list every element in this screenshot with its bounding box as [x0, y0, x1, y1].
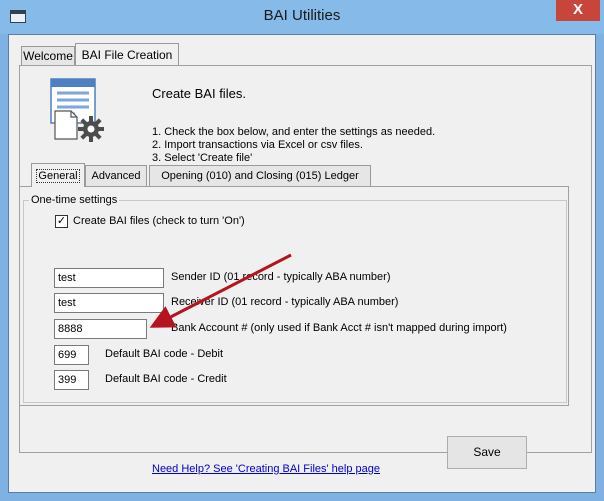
title-bar[interactable]: BAI Utilities X [0, 0, 604, 34]
debit-code-label: Default BAI code - Debit [105, 348, 224, 360]
bank-account-label: Bank Account # (only used if Bank Acct #… [171, 322, 507, 334]
window-title: BAI Utilities [263, 7, 341, 24]
page-heading: Create BAI files. [152, 86, 246, 101]
instruction-step-2: 2. Import transactions via Excel or csv … [152, 139, 363, 151]
client-area: Welcome BAI File Creation Create BAI fil… [8, 34, 596, 493]
receiver-id-input[interactable]: test [54, 293, 164, 313]
receiver-id-label: Receiver ID (01 record - typically ABA n… [171, 296, 399, 308]
help-link[interactable]: Need Help? See 'Creating BAI Files' help… [152, 463, 380, 475]
sender-id-input[interactable]: test [54, 268, 164, 288]
debit-code-input[interactable]: 699 [54, 345, 89, 365]
create-bai-checkbox-label: Create BAI files (check to turn 'On') [73, 215, 245, 227]
bank-account-input[interactable]: 8888 [54, 319, 147, 339]
tab-welcome[interactable]: Welcome [21, 46, 75, 66]
document-settings-icon [45, 77, 123, 145]
app-window: BAI Utilities X Welcome BAI File Creatio… [0, 0, 604, 501]
instruction-step-1: 1. Check the box below, and enter the se… [152, 126, 436, 138]
credit-code-input[interactable]: 399 [54, 370, 89, 390]
tab-general[interactable]: General [31, 163, 85, 187]
close-button[interactable]: X [556, 0, 600, 21]
instruction-step-3: 3. Select 'Create file' [152, 152, 253, 164]
credit-code-label: Default BAI code - Credit [105, 373, 227, 385]
tab-opening-closing-ledger[interactable]: Opening (010) and Closing (015) Ledger [149, 165, 371, 186]
create-bai-checkbox[interactable]: ✓ [55, 215, 68, 228]
tab-bai-file-creation[interactable]: BAI File Creation [75, 43, 179, 65]
sender-id-label: Sender ID (01 record - typically ABA num… [171, 271, 391, 283]
tab-advanced[interactable]: Advanced [85, 165, 147, 186]
one-time-settings-label: One-time settings [29, 194, 120, 206]
save-button[interactable]: Save [447, 436, 527, 469]
tab-general-label: General [36, 169, 80, 183]
